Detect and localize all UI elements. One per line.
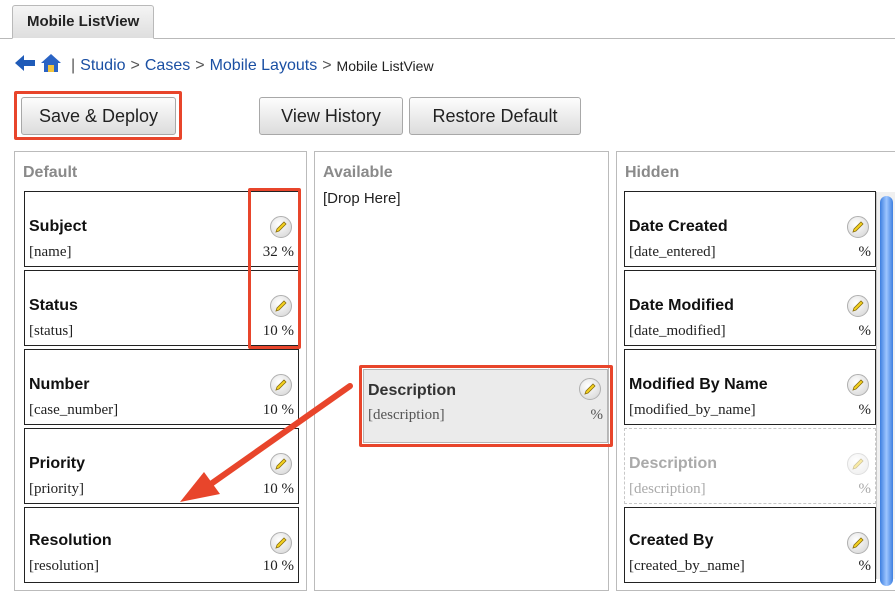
field-width: 10 % (262, 402, 294, 418)
field-label: Date Modified (629, 297, 734, 314)
field-card-created-by[interactable]: Created By [created_by_name] % (624, 507, 876, 583)
field-name: [name] (29, 244, 72, 260)
field-width: % (858, 558, 872, 574)
field-width: % (858, 402, 872, 418)
field-card-subject[interactable]: Subject [name] 32 % (24, 191, 299, 267)
field-name: [description] (368, 407, 445, 423)
field-label: Number (29, 376, 90, 393)
field-width: % (858, 481, 872, 497)
pencil-icon[interactable] (847, 374, 869, 396)
field-name: [description] (629, 481, 706, 497)
field-name: [created_by_name] (629, 558, 745, 574)
field-width: % (590, 407, 604, 423)
field-label: Date Created (629, 218, 728, 235)
field-width: 32 % (262, 244, 294, 260)
field-name: [modified_by_name] (629, 402, 756, 418)
pencil-icon[interactable] (270, 295, 292, 317)
hidden-column-heading: Hidden (625, 164, 680, 181)
field-label: Status (29, 297, 78, 314)
field-card-description-dragging[interactable]: Description [description] % (363, 369, 608, 443)
breadcrumb-cases[interactable]: Cases (145, 57, 190, 75)
field-card-priority[interactable]: Priority [priority] 10 % (24, 428, 299, 504)
scrollbar-thumb[interactable] (880, 196, 893, 586)
field-card-status[interactable]: Status [status] 10 % (24, 270, 299, 346)
pencil-icon[interactable] (847, 295, 869, 317)
home-icon[interactable] (40, 53, 62, 78)
pencil-icon[interactable] (847, 216, 869, 238)
pencil-icon[interactable] (270, 374, 292, 396)
breadcrumb-mobile-layouts[interactable]: Mobile Layouts (210, 57, 318, 75)
pencil-icon[interactable] (270, 216, 292, 238)
breadcrumb-current: Mobile ListView (336, 57, 434, 74)
field-label: Modified By Name (629, 376, 768, 393)
restore-default-button[interactable]: Restore Default (409, 97, 581, 135)
field-width: 10 % (262, 558, 294, 574)
field-card-date-created[interactable]: Date Created [date_entered] % (624, 191, 876, 267)
field-name: [priority] (29, 481, 84, 497)
tab-bar: Mobile ListView (0, 0, 895, 39)
field-label: Subject (29, 218, 87, 235)
field-name: [status] (29, 323, 74, 339)
default-column-heading: Default (23, 164, 78, 181)
field-label: Created By (629, 532, 714, 549)
save-deploy-button[interactable]: Save & Deploy (21, 97, 176, 135)
field-card-resolution[interactable]: Resolution [resolution] 10 % (24, 507, 299, 583)
field-name: [date_modified] (629, 323, 726, 339)
field-label: Description (368, 382, 457, 399)
breadcrumb-pipe: | (71, 56, 76, 74)
pencil-icon[interactable] (579, 378, 601, 400)
field-width: 10 % (262, 323, 294, 339)
pencil-icon[interactable] (270, 532, 292, 554)
field-name: [date_entered] (629, 244, 716, 260)
field-width: % (858, 323, 872, 339)
breadcrumb: | Studio > Cases > Mobile Layouts > Mobi… (14, 53, 434, 78)
breadcrumb-separator: > (195, 56, 205, 74)
field-label: Priority (29, 455, 86, 472)
pencil-icon[interactable] (270, 453, 292, 475)
breadcrumb-studio[interactable]: Studio (80, 57, 125, 75)
field-card-modified-by-name[interactable]: Modified By Name [modified_by_name] % (624, 349, 876, 425)
field-label: Resolution (29, 532, 112, 549)
tab-mobile-listview[interactable]: Mobile ListView (12, 5, 155, 39)
field-card-date-modified[interactable]: Date Modified [date_modified] % (624, 270, 876, 346)
breadcrumb-separator: > (322, 56, 332, 74)
field-label: Description (629, 455, 718, 472)
breadcrumb-separator: > (130, 56, 140, 74)
field-width: 10 % (262, 481, 294, 497)
available-column-heading: Available (323, 164, 393, 181)
field-card-description-placeholder: Description [description] % (624, 428, 876, 504)
field-name: [case_number] (29, 402, 119, 418)
field-card-number[interactable]: Number [case_number] 10 % (24, 349, 299, 425)
pencil-icon[interactable] (847, 532, 869, 554)
back-arrow-icon[interactable] (14, 54, 36, 77)
view-history-button[interactable]: View History (259, 97, 403, 135)
pencil-icon (847, 453, 869, 475)
hidden-column-scrollbar[interactable] (876, 192, 895, 586)
field-name: [resolution] (29, 558, 99, 574)
field-width: % (858, 244, 872, 260)
drop-here-zone[interactable]: [Drop Here] (323, 190, 401, 207)
